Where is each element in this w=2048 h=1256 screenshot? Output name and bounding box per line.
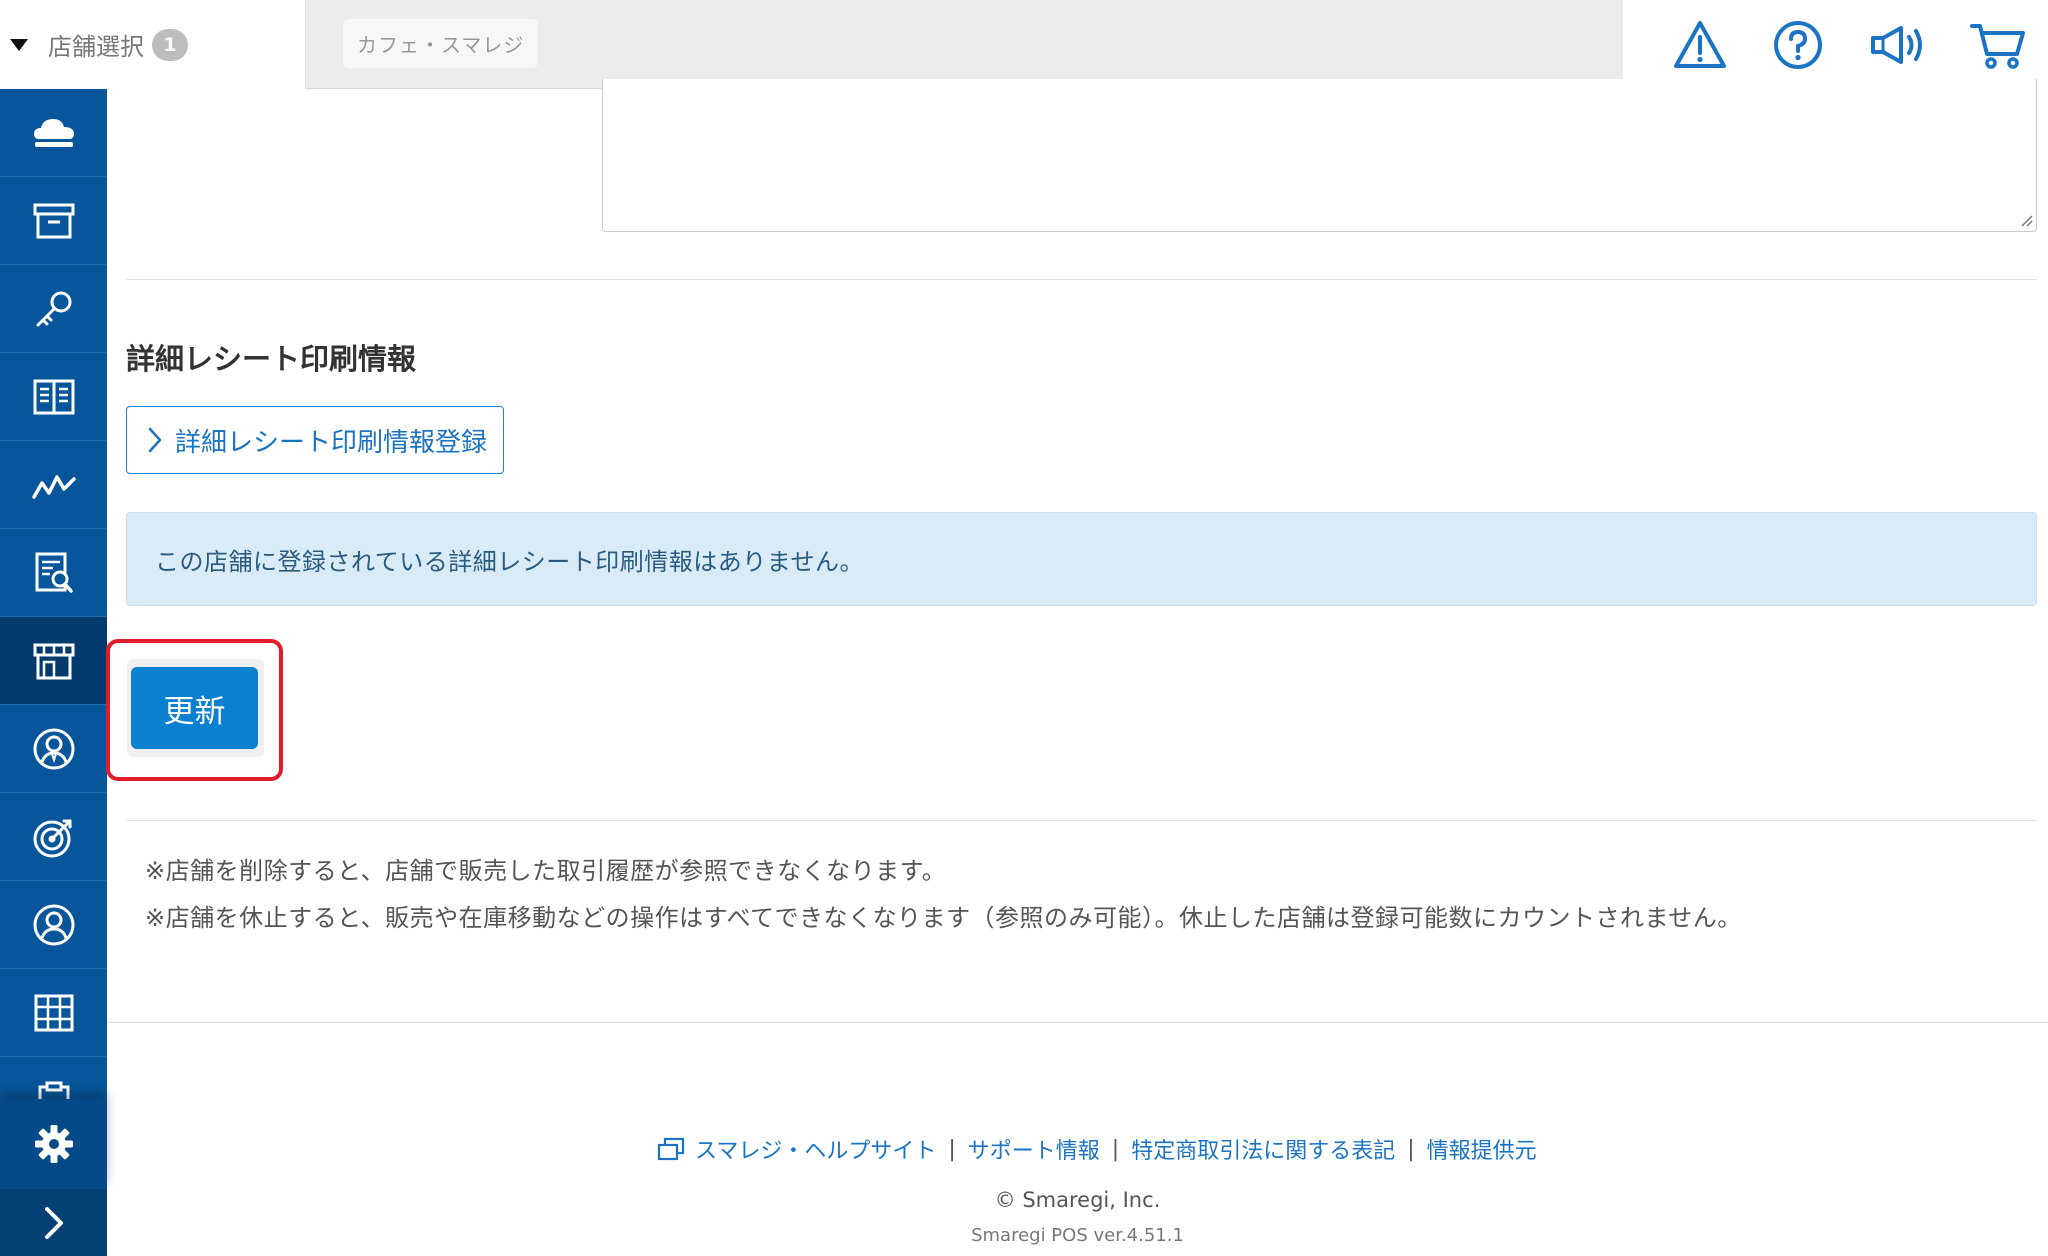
- footer-link-support[interactable]: サポート情報: [968, 1133, 1100, 1165]
- header-icon-group: [1623, 0, 2048, 89]
- divider: [126, 279, 2037, 280]
- copyright: © Smaregi, Inc.: [994, 1188, 1161, 1212]
- sidebar-item-sales-chart[interactable]: [0, 441, 107, 529]
- sidebar-settings-button[interactable]: [0, 1099, 107, 1189]
- main-content: 詳細レシート印刷情報 詳細レシート印刷情報登録 この店舗に登録されている詳細レシ…: [106, 79, 2048, 1256]
- footer-link-help-site[interactable]: スマレジ・ヘルプサイト: [695, 1133, 936, 1165]
- footer-separator: |: [1407, 1136, 1415, 1162]
- report-search-icon: [35, 552, 73, 593]
- staff-user-icon: [33, 728, 74, 769]
- footer-link-legal[interactable]: 特定商取引法に関する表記: [1131, 1133, 1395, 1165]
- info-alert: この店舗に登録されている詳細レシート印刷情報はありません。: [126, 512, 2037, 606]
- sidebar-item-customer[interactable]: [0, 881, 107, 969]
- section-title: 詳細レシート印刷情報: [126, 342, 417, 376]
- sidebar-item-archive[interactable]: [0, 177, 107, 265]
- sidebar-item-cloud[interactable]: [0, 89, 107, 177]
- store-select-label: 店舗選択: [48, 33, 144, 61]
- sidebar-expand-button[interactable]: [0, 1189, 107, 1256]
- book-icon: [33, 379, 74, 414]
- note-suspend-store: ※店舗を休止すると、販売や在庫移動などの操作はすべてできなくなります（参照のみ可…: [145, 904, 1742, 932]
- chart-line-icon: [31, 474, 76, 499]
- target-icon: [33, 819, 71, 857]
- sidebar-item-store[interactable]: [0, 617, 107, 705]
- chevron-right-icon: [148, 427, 162, 453]
- store-icon: [33, 643, 74, 679]
- footer-links: スマレジ・ヘルプサイト | サポート情報 | 特定商取引法に関する表記 | 情報…: [657, 1133, 1537, 1165]
- memo-textarea[interactable]: [602, 79, 2037, 232]
- sidebar-item-target[interactable]: [0, 793, 107, 881]
- resize-grip-icon[interactable]: [2017, 211, 2033, 227]
- sidebar-item-reports[interactable]: [0, 529, 107, 617]
- sidebar: [0, 89, 107, 1256]
- megaphone-icon[interactable]: [1867, 14, 1929, 76]
- register-button-label: 詳細レシート印刷情報登録: [175, 427, 488, 458]
- chevron-right-icon: [44, 1206, 63, 1239]
- cloud-icon: [33, 118, 74, 147]
- sidebar-item-book[interactable]: [0, 353, 107, 441]
- footer-divider: [107, 1022, 2048, 1023]
- footer-link-info-provider[interactable]: 情報提供元: [1427, 1133, 1537, 1165]
- help-icon[interactable]: [1767, 14, 1829, 76]
- sidebar-item-grid[interactable]: [0, 969, 107, 1057]
- store-select-dropdown[interactable]: 店舗選択 1: [0, 0, 306, 89]
- cart-icon[interactable]: [1967, 14, 2029, 76]
- update-button[interactable]: 更新: [131, 667, 258, 749]
- footer-separator: |: [948, 1136, 956, 1162]
- footer-separator: |: [1111, 1136, 1120, 1162]
- store-name-chip[interactable]: カフェ・スマレジ: [343, 19, 539, 68]
- gear-icon: [34, 1125, 73, 1163]
- sidebar-item-key[interactable]: [0, 265, 107, 353]
- sidebar-item-staff[interactable]: [0, 705, 107, 793]
- note-delete-store: ※店舗を削除すると、店舗で販売した取引履歴が参照できなくなります。: [145, 857, 947, 885]
- top-bar: 店舗選択 1 カフェ・スマレジ: [0, 0, 2048, 89]
- archive-box-icon: [33, 203, 74, 238]
- store-count-badge: 1: [152, 28, 188, 61]
- customer-icon: [33, 904, 74, 945]
- version-text: Smaregi POS ver.4.51.1: [971, 1225, 1184, 1246]
- external-window-icon: [657, 1137, 685, 1161]
- grid-icon: [34, 994, 73, 1031]
- key-icon: [36, 291, 71, 326]
- register-receipt-info-button[interactable]: 詳細レシート印刷情報登録: [126, 406, 504, 474]
- warning-icon[interactable]: [1669, 14, 1731, 76]
- caret-down-icon: [10, 38, 28, 51]
- divider: [126, 820, 2037, 821]
